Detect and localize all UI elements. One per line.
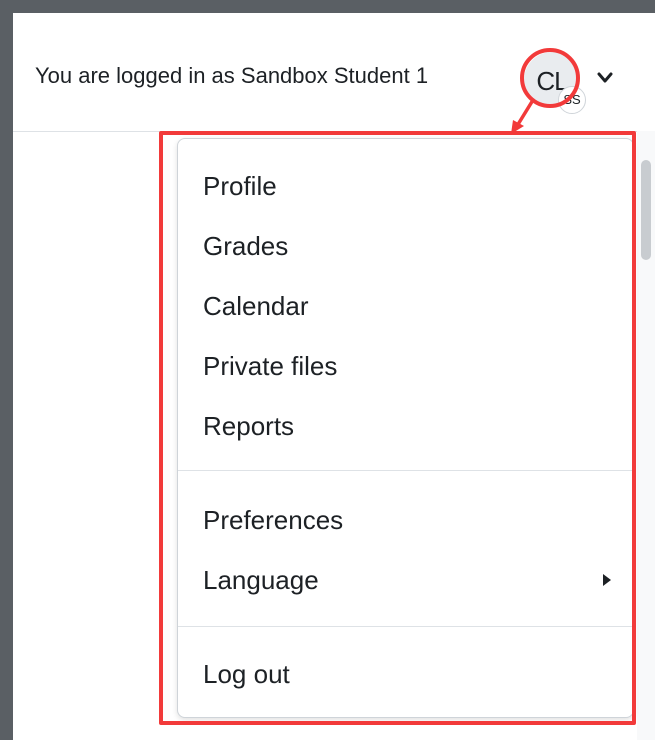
window-frame-top (0, 0, 655, 13)
menu-item-private-files[interactable]: Private files (178, 337, 633, 393)
menu-item-label: Calendar (203, 291, 309, 321)
page-scrollbar-thumb[interactable] (641, 160, 651, 260)
chevron-down-icon[interactable] (597, 72, 613, 84)
menu-item-label: Grades (203, 231, 289, 261)
top-navbar: You are logged in as Sandbox Student 1 C… (13, 13, 655, 132)
menu-item-label: Reports (203, 411, 295, 441)
user-dropdown-menu: Profile Grades Calendar Private files Re… (177, 138, 634, 718)
menu-item-language[interactable]: Language (178, 551, 633, 607)
login-info-text: You are logged in as Sandbox Student 1 (35, 63, 429, 88)
window-frame-left (0, 0, 13, 740)
menu-item-label: Private files (203, 351, 338, 381)
menu-item-label: Profile (203, 171, 277, 201)
menu-item-grades[interactable]: Grades (178, 217, 633, 273)
menu-item-label: Preferences (203, 505, 344, 535)
menu-item-label: Language (203, 565, 319, 595)
menu-divider (178, 626, 633, 627)
menu-divider (178, 470, 633, 471)
menu-item-preferences[interactable]: Preferences (178, 491, 633, 547)
caret-right-icon (603, 574, 611, 586)
annotation-arrow-icon (511, 98, 535, 134)
menu-item-profile[interactable]: Profile (178, 157, 633, 213)
menu-item-label: Log out (203, 659, 290, 689)
menu-item-reports[interactable]: Reports (178, 397, 633, 453)
menu-item-log-out[interactable]: Log out (178, 645, 633, 701)
menu-item-calendar[interactable]: Calendar (178, 277, 633, 333)
